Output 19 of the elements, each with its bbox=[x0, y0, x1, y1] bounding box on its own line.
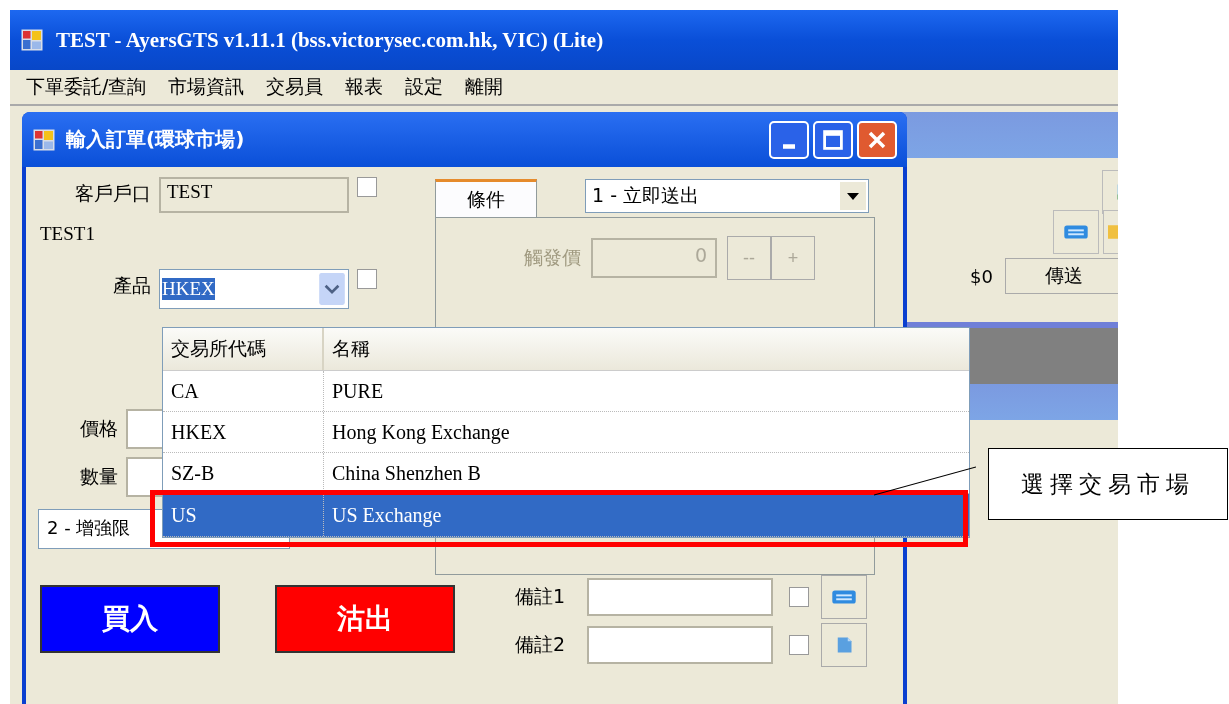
field-label: 備註1 bbox=[515, 584, 567, 609]
field-label: 數量 bbox=[79, 464, 118, 489]
field-label: 客戶戶口 bbox=[74, 181, 151, 206]
field-label: 備註2 bbox=[515, 632, 567, 657]
exchange-name: China Shenzhen B bbox=[331, 461, 481, 485]
field-label: 觸發價 bbox=[524, 245, 581, 270]
exchange-code: CA bbox=[163, 371, 324, 411]
field-label: 產品 bbox=[112, 273, 151, 298]
callout-text: 選擇交易市場 bbox=[1021, 469, 1195, 499]
amount-text: $0 bbox=[970, 265, 993, 287]
exchange-code: SZ-B bbox=[163, 453, 324, 493]
window-title: TEST - AyersGTS v1.11.1 (bss.victorysec.com.hk, VIC) (Lite) bbox=[56, 27, 604, 53]
exchange-name: PURE bbox=[331, 379, 384, 403]
account-name: TEST1 bbox=[39, 222, 96, 246]
window-title: 輸入訂單(環球市場) bbox=[66, 126, 246, 153]
exchange-code: HKEX bbox=[163, 412, 324, 452]
field-label: 價格 bbox=[79, 416, 118, 441]
exchange-name: US Exchange bbox=[331, 503, 442, 527]
exchange-name: Hong Kong Exchange bbox=[331, 420, 510, 444]
